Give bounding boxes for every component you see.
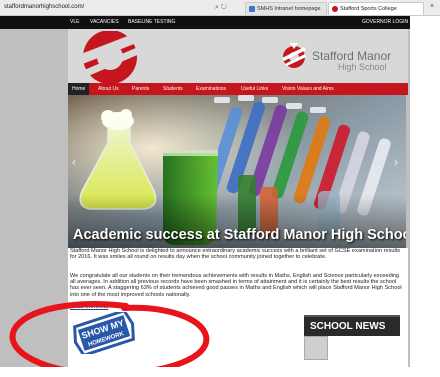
browser-tab-sports-college[interactable]: Stafford Sports College xyxy=(328,2,424,15)
annotation-circle xyxy=(9,301,210,377)
topbar-link-vle[interactable]: VLE xyxy=(70,16,79,29)
watermark-logo-icon xyxy=(73,31,156,83)
nav-item-home[interactable]: Home xyxy=(68,83,90,95)
site-header: Stafford Manor High School xyxy=(68,29,408,83)
close-tab-icon[interactable]: × xyxy=(430,3,434,10)
news-thumbnail[interactable] xyxy=(304,336,328,360)
school-subtitle: High School xyxy=(338,62,387,72)
hero-banner[interactable]: ‹ › Academic success at Stafford Manor H… xyxy=(68,95,406,248)
browser-icons: ⌕ ↻ xyxy=(215,2,227,13)
page-bottom xyxy=(0,367,440,377)
governor-login-link[interactable]: GOVERNOR LOGIN xyxy=(362,16,408,29)
article-paragraph: Stafford Manor High School is delighted … xyxy=(70,248,401,261)
search-icon[interactable]: ⌕ xyxy=(215,4,219,11)
sports-college-tab-icon xyxy=(332,5,338,12)
intranet-tab-icon xyxy=(249,5,255,12)
nav-item-examinations[interactable]: Examinations xyxy=(196,83,226,95)
tab-label: SMHS Intranet homepage xyxy=(257,6,321,12)
hero-title[interactable]: Academic success at Stafford Manor High … xyxy=(73,227,406,243)
topbar-link-vacancies[interactable]: VACANCIES xyxy=(90,16,119,29)
topbar-link-baseline-testing[interactable]: BASELINE TESTING xyxy=(128,16,175,29)
hero-next-arrow-icon[interactable]: › xyxy=(394,155,398,169)
browser-toolbar: staffordmanorhighschool.com/ ⌕ ↻ SMHS In… xyxy=(0,0,440,16)
hero-prev-arrow-icon[interactable]: ‹ xyxy=(72,155,76,169)
page-margin xyxy=(410,16,440,367)
school-crest-icon[interactable] xyxy=(280,43,308,69)
nav-item-parents[interactable]: Parents xyxy=(132,83,149,95)
nav-item-useful-links[interactable]: Useful Links xyxy=(241,83,268,95)
refresh-icon[interactable]: ↻ xyxy=(221,4,227,11)
utility-bar: VLE VACANCIES BASELINE TESTING GOVERNOR … xyxy=(0,16,410,29)
nav-item-about-us[interactable]: About Us xyxy=(98,83,119,95)
school-name[interactable]: Stafford Manor xyxy=(312,49,391,63)
tab-label: Stafford Sports College xyxy=(340,6,397,12)
lab-glassware-photo xyxy=(68,95,406,248)
browser-tab-intranet[interactable]: SMHS Intranet homepage xyxy=(245,2,327,15)
nav-item-students[interactable]: Students xyxy=(163,83,183,95)
main-nav: Home About Us Parents Students Examinati… xyxy=(68,83,408,95)
nav-item-vision-values-aims[interactable]: Vision Values and Aims xyxy=(282,83,334,95)
article-paragraph: We congratulate all our students on thei… xyxy=(70,273,402,298)
school-news-label: SCHOOL NEWS xyxy=(310,321,386,332)
address-bar[interactable]: staffordmanorhighschool.com/ xyxy=(2,1,212,14)
school-news-header[interactable]: SCHOOL NEWS xyxy=(304,315,400,336)
